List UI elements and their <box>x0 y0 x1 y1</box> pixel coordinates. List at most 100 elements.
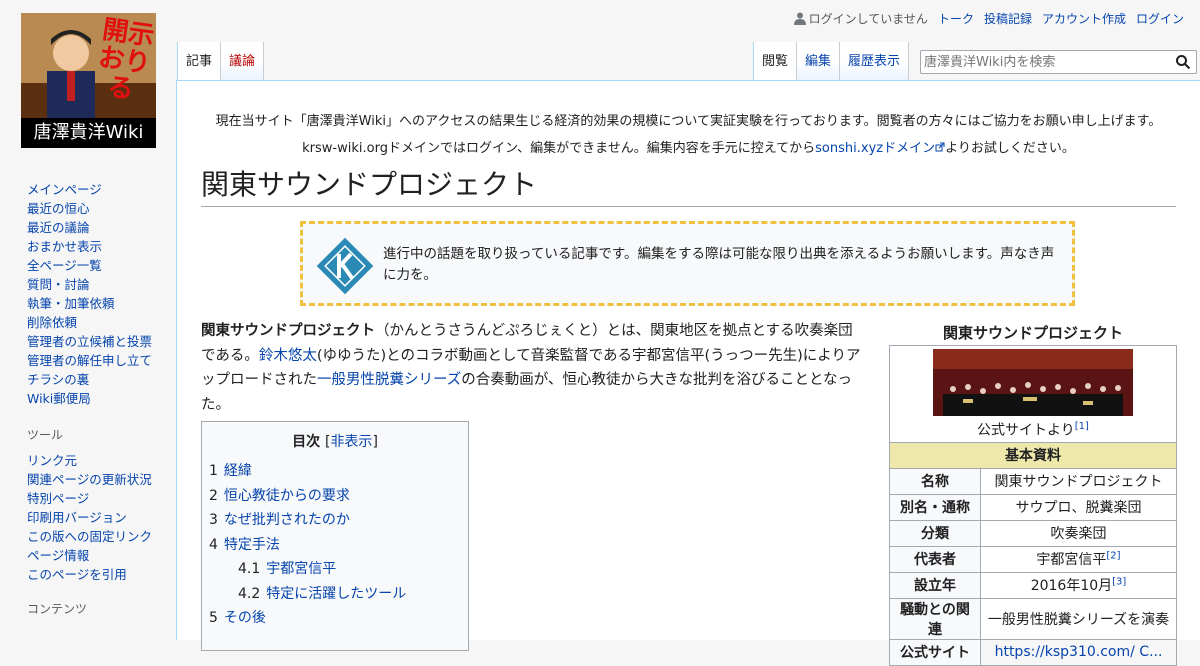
toc-item[interactable]: 3 なぜ批判されたのか <box>209 508 468 533</box>
toc-hide-link[interactable]: 非表示 <box>330 434 372 450</box>
toc-item[interactable]: 4 特定手法 <box>209 533 468 558</box>
orchestra-photo[interactable] <box>933 349 1133 416</box>
ref-1[interactable]: [1] <box>1075 421 1089 432</box>
nav-link[interactable]: メインページ <box>27 182 102 197</box>
nav-link[interactable]: チラシの裏 <box>27 372 89 387</box>
tools-item[interactable]: リンク元 <box>27 451 176 470</box>
tools-item[interactable]: ページ情報 <box>27 546 176 565</box>
tab-discussion[interactable]: 議論 <box>221 42 265 80</box>
sonshi-link[interactable]: sonshi.xyzドメイン <box>815 141 935 156</box>
contents-heading: コンテンツ <box>27 602 88 616</box>
nav-item[interactable]: おまかせ表示 <box>27 237 176 256</box>
tab-article[interactable]: 記事 <box>177 42 222 80</box>
infobox-value[interactable]: https://ksp310.com/ C... <box>995 644 1163 660</box>
toc-number: 4.2 <box>238 585 261 602</box>
nav-link[interactable]: おまかせ表示 <box>27 239 102 254</box>
site-notice-line1: 現在当サイト「唐澤貴洋Wiki」へのアクセスの結果生じる経済的効果の規模について… <box>215 114 1162 129</box>
nav-item[interactable]: 執筆・加筆依頼 <box>27 294 176 313</box>
nav-link[interactable]: 削除依頼 <box>27 315 77 330</box>
nav-item[interactable]: 最近の議論 <box>27 218 176 237</box>
toc-link[interactable]: その後 <box>224 610 266 626</box>
toc-heading: 目次 <box>292 434 321 450</box>
tab-history[interactable]: 履歴表示 <box>839 42 909 80</box>
infobox-value: 関東サウンドプロジェクト <box>994 474 1163 491</box>
tools-link[interactable]: 特別ページ <box>27 491 89 506</box>
tab-read[interactable]: 閲覧 <box>752 42 797 80</box>
infobox-value-cell: 宇都宮信平[2] <box>980 545 1177 573</box>
nav-item[interactable]: 管理者の立候補と投票 <box>27 332 176 351</box>
link-series[interactable]: 一般男性脱糞シリーズ <box>317 372 461 388</box>
nav-link[interactable]: 執筆・加筆依頼 <box>27 296 115 311</box>
tools-link[interactable]: このページを引用 <box>27 567 127 582</box>
tools-link[interactable]: ページ情報 <box>27 548 89 563</box>
site-logo[interactable]: 開示おりる 唐澤貴洋Wiki <box>21 13 156 148</box>
infobox-value: 吹奏楽団 <box>1050 526 1107 543</box>
not-logged-in: ログインしていません <box>793 10 928 27</box>
toc-link[interactable]: 特定に活躍したツール <box>266 586 406 602</box>
toc-item[interactable]: 4.1 宇都宮信平 <box>209 557 468 582</box>
ref-link[interactable]: [2] <box>1106 551 1120 562</box>
link-yuyuta[interactable]: 鈴木悠太 <box>259 348 317 364</box>
tools-item[interactable]: 印刷用バージョン <box>27 508 176 527</box>
talk-link[interactable]: トーク <box>938 10 974 27</box>
nav-link[interactable]: 最近の議論 <box>27 220 90 235</box>
toc-link[interactable]: 経緯 <box>224 463 252 479</box>
tools-list: リンク元関連ページの更新状況 特別ページ印刷用バージョンこの版への固定リンク ページ… <box>0 451 176 584</box>
tools-item[interactable]: このページを引用 <box>27 565 176 584</box>
nav-link[interactable]: 管理者の解任申し立て <box>27 353 152 368</box>
toc-item[interactable]: 2 恒心教徒からの要求 <box>209 484 468 509</box>
toc-item[interactable]: 5 その後 <box>209 606 468 631</box>
nav-link[interactable]: 全ページ一覧 <box>27 258 102 273</box>
toc-number: 5 <box>209 610 218 626</box>
infobox-label: 名称 <box>889 467 981 495</box>
nav-item[interactable]: 質問・討論 <box>27 275 176 294</box>
current-event-notice: 進行中の話題を取り扱っている記事です。編集をする際は可能な限り出典を添えるようお… <box>300 221 1075 306</box>
search-icon[interactable] <box>1175 54 1191 70</box>
tools-link[interactable]: リンク元 <box>27 453 77 468</box>
nav-link[interactable]: 管理者の立候補と投票 <box>27 334 152 349</box>
infobox-label: 設立年 <box>889 571 981 599</box>
infobox-value-cell: 関東サウンドプロジェクト <box>980 467 1177 495</box>
toc-item[interactable]: 1 経緯 <box>209 459 468 484</box>
nav-item[interactable]: 全ページ一覧 <box>27 256 176 275</box>
nav-item[interactable]: 管理者の解任申し立て <box>27 351 176 370</box>
infobox-value: 宇都宮信平 <box>1036 552 1107 569</box>
nav-item[interactable]: 削除依頼 <box>27 313 176 332</box>
infobox-section: 基本資料 <box>889 441 1177 469</box>
tools-link[interactable]: 印刷用バージョン <box>27 510 127 525</box>
toc-link[interactable]: 恒心教徒からの要求 <box>224 488 350 504</box>
toc-link[interactable]: なぜ批判されたのか <box>224 512 350 528</box>
infobox-title: 関東サウンドプロジェクト <box>942 324 1123 342</box>
toc-link[interactable]: 宇都宮信平 <box>266 561 336 577</box>
nav-link[interactable]: Wiki郵便局 <box>27 391 91 406</box>
notice-text: 進行中の話題を取り扱っている記事です。編集をする際は可能な限り出典を添えるようお… <box>383 246 1055 283</box>
infobox-label: 騒動との関連 <box>889 597 981 640</box>
contributions-link[interactable]: 投稿記録 <box>984 10 1032 27</box>
tools-item[interactable]: この版への固定リンク <box>27 527 176 546</box>
nav-item[interactable]: Wiki郵便局 <box>27 389 176 408</box>
create-account-link[interactable]: アカウント作成 <box>1042 10 1126 27</box>
toc-link[interactable]: 特定手法 <box>224 537 280 553</box>
toc-number: 4 <box>209 536 218 553</box>
view-tabs: 閲覧 編集 履歴表示 <box>752 42 909 80</box>
tools-item[interactable]: 特別ページ <box>27 489 176 508</box>
tools-link[interactable]: 関連ページの更新状況 <box>27 472 152 487</box>
toc-item[interactable]: 4.2 特定に活躍したツール <box>209 582 468 607</box>
toc-title: 目次 [非表示] <box>202 431 468 451</box>
nav-item[interactable]: メインページ <box>27 180 176 199</box>
tools-item[interactable]: 関連ページの更新状況 <box>27 470 176 489</box>
site-notice: 現在当サイト「唐澤貴洋Wiki」へのアクセスの結果生じる経済的効果の規模について… <box>177 108 1200 162</box>
site-notice-text: krsw-wiki.orgドメインではログイン、編集ができません。編集内容を手元… <box>302 141 816 156</box>
nav-link[interactable]: 最近の恒心 <box>27 201 90 216</box>
search-input[interactable] <box>921 51 1164 74</box>
nav-item[interactable]: 最近の恒心 <box>27 199 176 218</box>
nav-link[interactable]: 質問・討論 <box>27 277 90 292</box>
infobox-value: サウプロ、脱糞楽団 <box>1015 500 1142 517</box>
not-logged-in-label: ログインしていません <box>808 12 928 26</box>
login-link[interactable]: ログイン <box>1136 10 1184 27</box>
nav-item[interactable]: チラシの裏 <box>27 370 176 389</box>
toc-number: 2 <box>209 487 218 504</box>
tab-edit[interactable]: 編集 <box>796 42 840 80</box>
tools-link[interactable]: この版への固定リンク <box>27 529 152 544</box>
ref-link[interactable]: [3] <box>1112 577 1126 588</box>
